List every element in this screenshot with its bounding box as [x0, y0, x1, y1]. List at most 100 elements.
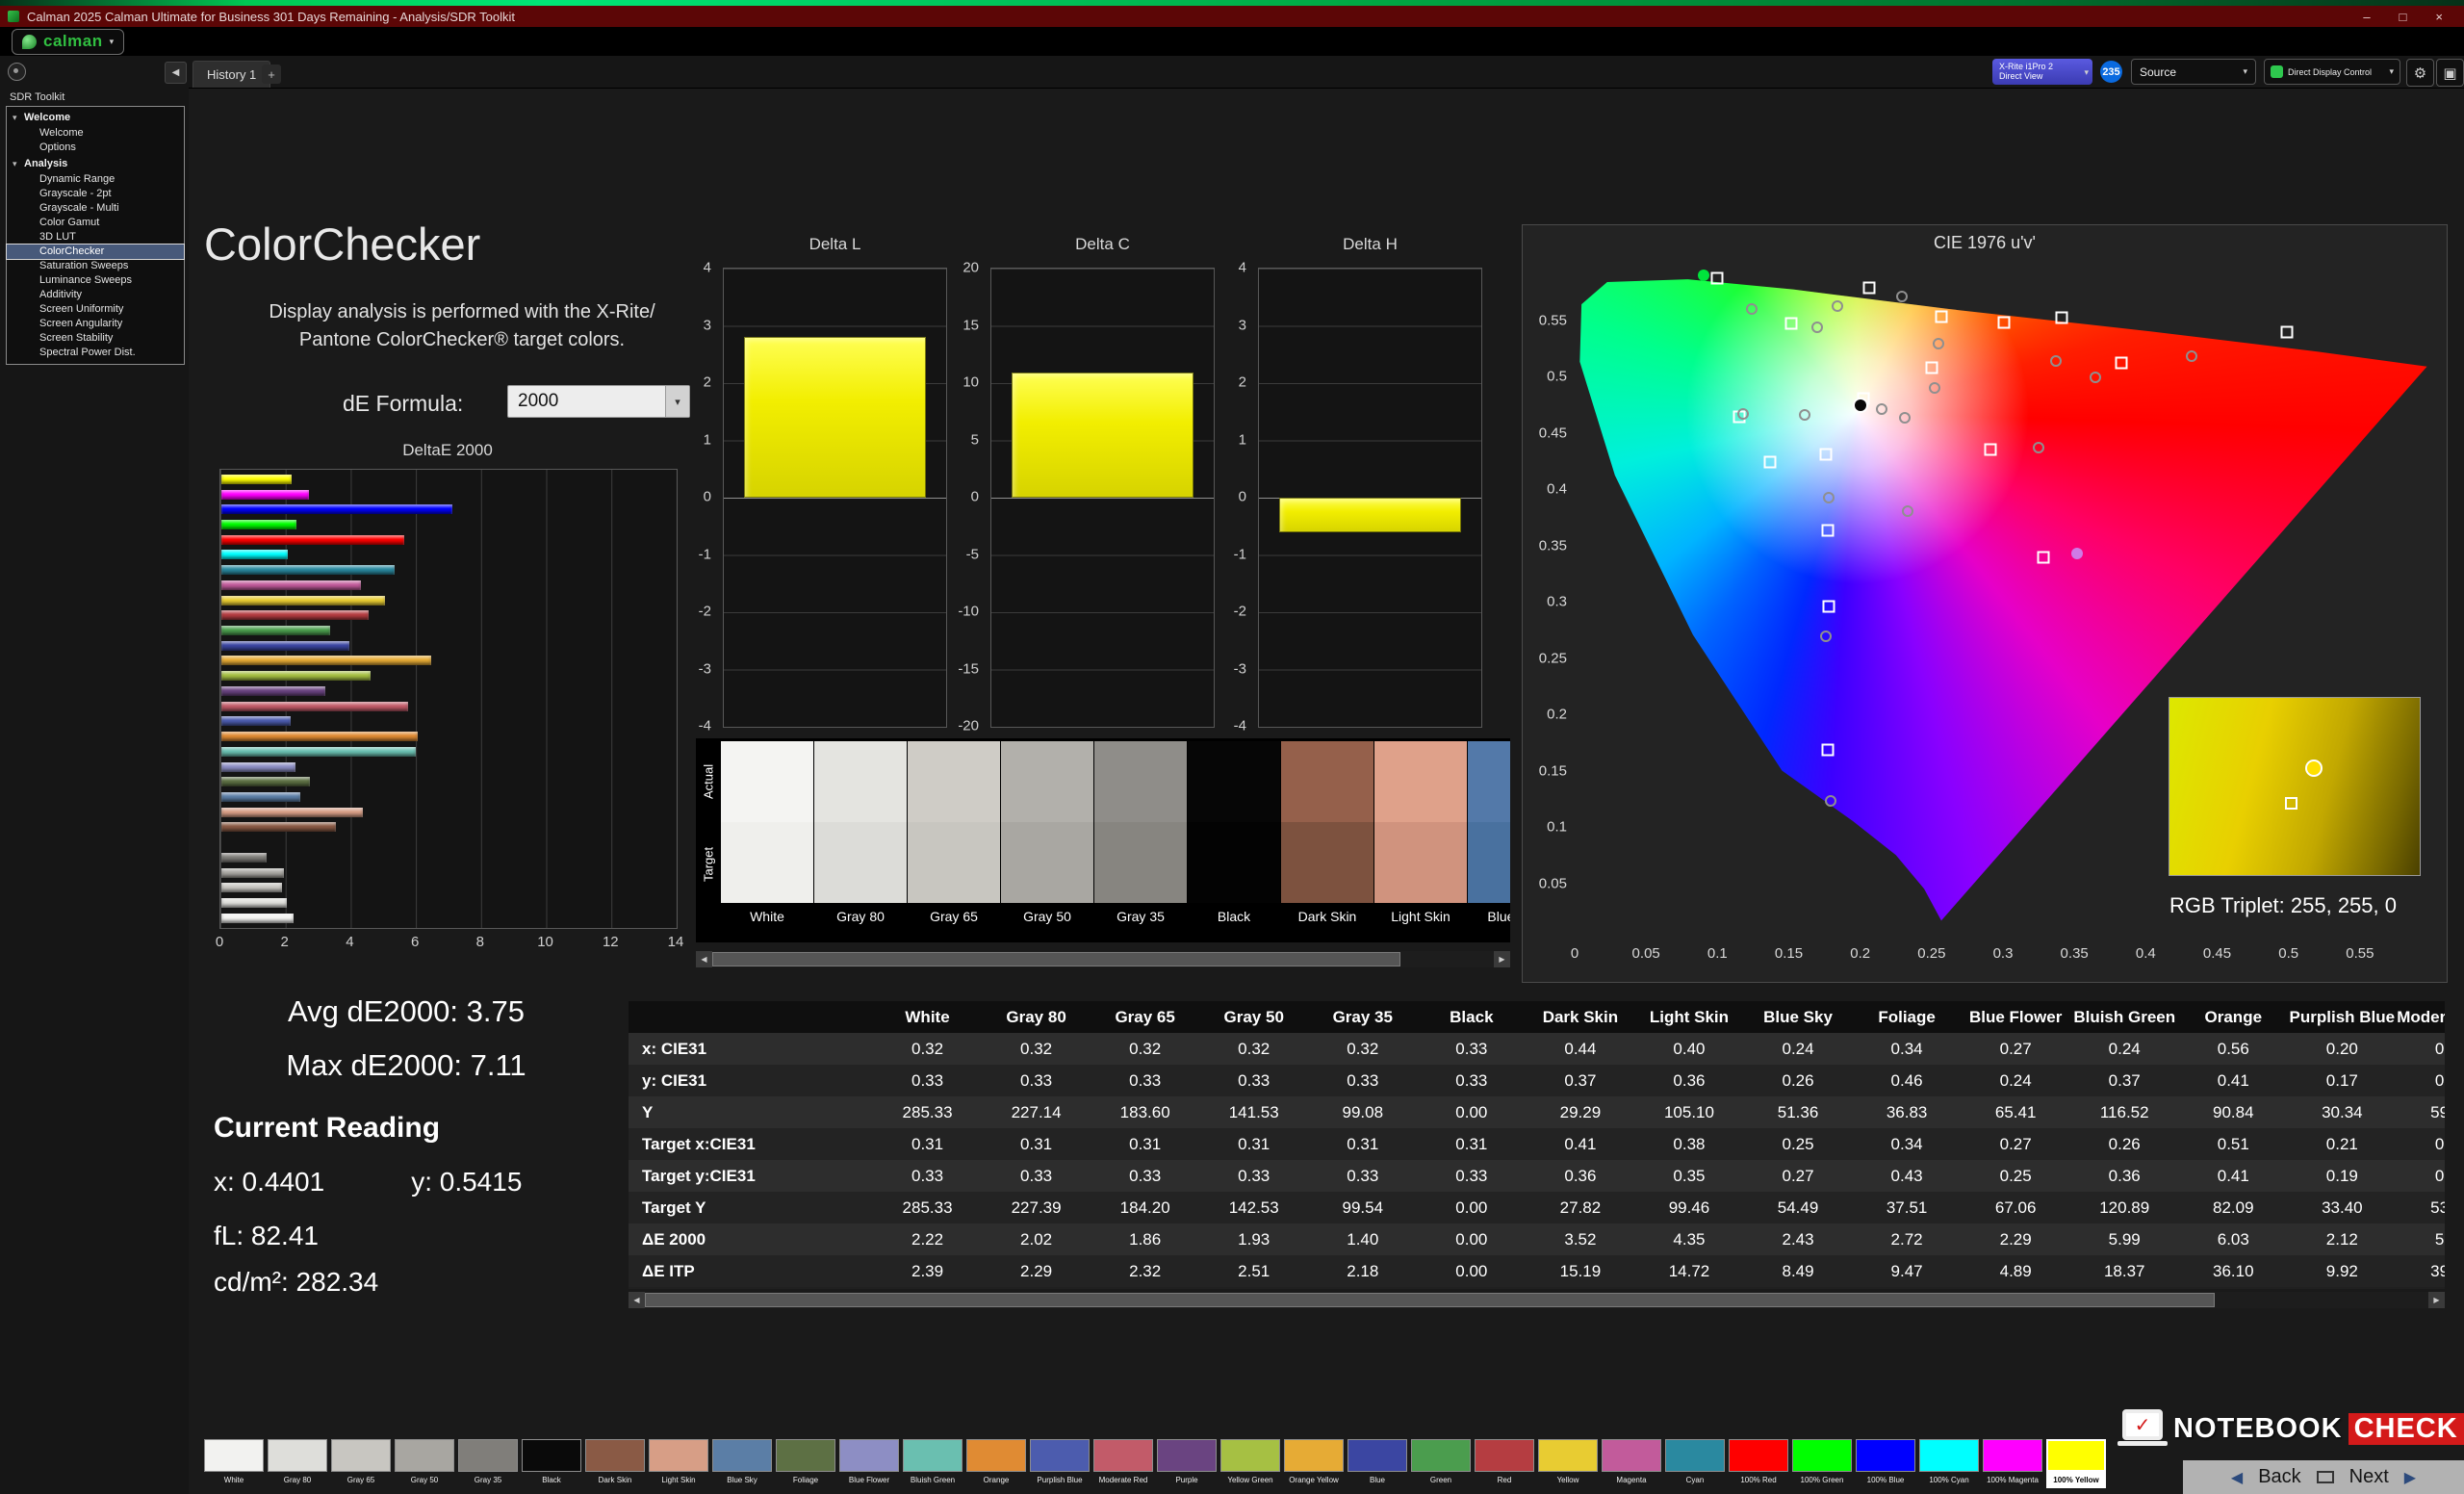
patch-orange-yellow[interactable]: Orange Yellow — [1284, 1439, 1344, 1488]
check-icon: ✓ — [2122, 1409, 2163, 1440]
deltae-bars — [221, 472, 677, 926]
table-cell: 2.18 — [1308, 1255, 1417, 1287]
swatch-actual-color — [814, 741, 907, 822]
back-button[interactable]: Back — [2258, 1466, 2300, 1488]
next-button[interactable]: Next — [2349, 1466, 2389, 1488]
add-tab-button[interactable]: + — [262, 64, 281, 84]
sidebar-pin-button[interactable] — [8, 63, 26, 81]
de-formula-select[interactable]: 2000 ▾ — [507, 385, 690, 418]
patch-blue-sky[interactable]: Blue Sky — [712, 1439, 772, 1488]
swatch-black[interactable]: Black — [1188, 738, 1280, 942]
watermark-notebook: NOTEBOOK — [2173, 1413, 2343, 1445]
patch-label: Purplish Blue — [1030, 1472, 1090, 1488]
patch-foliage[interactable]: Foliage — [776, 1439, 835, 1488]
sidebar-item-colorchecker[interactable]: ColorChecker — [7, 245, 184, 259]
close-button[interactable]: × — [2435, 10, 2443, 24]
patch-purplish-blue[interactable]: Purplish Blue — [1030, 1439, 1090, 1488]
sidebar-item-welcome[interactable]: Welcome — [7, 126, 184, 141]
sidebar-collapse-button[interactable]: ◀ — [165, 62, 187, 84]
sidebar-item-color-gamut[interactable]: Color Gamut — [7, 216, 184, 230]
workspace-panel-button[interactable]: ▣ — [2436, 59, 2464, 87]
maximize-button[interactable]: □ — [2400, 10, 2407, 24]
target-row-label: Target — [696, 824, 721, 905]
sidebar-item-options[interactable]: Options — [7, 141, 184, 155]
patch-black[interactable]: Black — [522, 1439, 581, 1488]
bottom-patch-bar: WhiteGray 80Gray 65Gray 50Gray 35BlackDa… — [204, 1439, 2106, 1488]
source-select-button[interactable]: Source ▾ — [2131, 59, 2256, 85]
sidebar-item-dynamic-range[interactable]: Dynamic Range — [7, 172, 184, 187]
sidebar-item-screen-stability[interactable]: Screen Stability — [7, 331, 184, 346]
meter-select-button[interactable]: X-Rite i1Pro 2 Direct View ▾ — [1992, 59, 2092, 85]
patch-100-cyan[interactable]: 100% Cyan — [1919, 1439, 1979, 1488]
sidebar-item-spectral-power-dist[interactable]: Spectral Power Dist. — [7, 346, 184, 360]
table-row-y-cie31: y: CIE310.330.330.330.330.330.330.370.36… — [629, 1065, 2445, 1096]
patch-red[interactable]: Red — [1475, 1439, 1534, 1488]
patch-100-magenta[interactable]: 100% Magenta — [1983, 1439, 2042, 1488]
patch-gray-65[interactable]: Gray 65 — [331, 1439, 391, 1488]
calman-menu-button[interactable]: calman ▾ — [12, 29, 124, 55]
patch-yellow-green[interactable]: Yellow Green — [1220, 1439, 1280, 1488]
patch-gray-50[interactable]: Gray 50 — [395, 1439, 454, 1488]
patch-moderate-red[interactable]: Moderate Red — [1093, 1439, 1153, 1488]
patch-blue-flower[interactable]: Blue Flower — [839, 1439, 899, 1488]
scrollbar-thumb[interactable] — [712, 952, 1400, 966]
display-control-button[interactable]: Direct Display Control ▾ — [2264, 59, 2400, 85]
sidebar-item-saturation-sweeps[interactable]: Saturation Sweeps — [7, 259, 184, 273]
scroll-left-button[interactable]: ◀ — [629, 1292, 645, 1308]
patch-100-red[interactable]: 100% Red — [1729, 1439, 1788, 1488]
sidebar-item-additivity[interactable]: Additivity — [7, 288, 184, 302]
patch-orange[interactable]: Orange — [966, 1439, 1026, 1488]
scroll-left-button[interactable]: ◀ — [696, 951, 712, 967]
patch-green[interactable]: Green — [1411, 1439, 1471, 1488]
delta-h-ytick: -1 — [1234, 546, 1246, 562]
layout-window-icon[interactable] — [2317, 1471, 2334, 1483]
patch-label: Foliage — [776, 1472, 835, 1488]
patch-100-blue[interactable]: 100% Blue — [1856, 1439, 1915, 1488]
swatch-white[interactable]: White — [721, 738, 813, 942]
patch-cyan[interactable]: Cyan — [1665, 1439, 1725, 1488]
swatch-name: Gray 35 — [1094, 903, 1187, 930]
scroll-right-button[interactable]: ▶ — [2428, 1292, 2445, 1308]
patch-purple[interactable]: Purple — [1157, 1439, 1217, 1488]
swatch-light-skin[interactable]: Light Skin — [1374, 738, 1467, 942]
swatch-blue-sky[interactable]: Blue Sky — [1468, 738, 1510, 942]
swatch-gray-80[interactable]: Gray 80 — [814, 738, 907, 942]
patch-light-skin[interactable]: Light Skin — [649, 1439, 708, 1488]
table-cell: 30.34 — [2288, 1096, 2397, 1128]
swatch-gray-35[interactable]: Gray 35 — [1094, 738, 1187, 942]
sidebar-item-grayscale-multi[interactable]: Grayscale - Multi — [7, 201, 184, 216]
table-cell: 0.00 — [1417, 1096, 1526, 1128]
sidebar-item-screen-angularity[interactable]: Screen Angularity — [7, 317, 184, 331]
swatch-gray-65[interactable]: Gray 65 — [908, 738, 1000, 942]
patch-blue[interactable]: Blue — [1348, 1439, 1407, 1488]
patch-color — [268, 1439, 327, 1472]
patch-dark-skin[interactable]: Dark Skin — [585, 1439, 645, 1488]
tab-history-1[interactable]: History 1 — [192, 61, 270, 88]
swatch-gray-50[interactable]: Gray 50 — [1001, 738, 1093, 942]
swatch-dark-skin[interactable]: Dark Skin — [1281, 738, 1373, 942]
patch-yellow[interactable]: Yellow — [1538, 1439, 1598, 1488]
patch-gray-35[interactable]: Gray 35 — [458, 1439, 518, 1488]
sidebar-item-luminance-sweeps[interactable]: Luminance Sweeps — [7, 273, 184, 288]
delta-c-ytick: 0 — [971, 489, 979, 505]
patch-white[interactable]: White — [204, 1439, 264, 1488]
sidebar-section-analysis[interactable]: Analysis — [7, 155, 184, 172]
sidebar-item-3d-lut[interactable]: 3D LUT — [7, 230, 184, 245]
deltae-bar-magenta — [221, 580, 361, 590]
patch-100-yellow[interactable]: 100% Yellow — [2046, 1439, 2106, 1488]
scrollbar-thumb[interactable] — [645, 1293, 2215, 1307]
sidebar-item-screen-uniformity[interactable]: Screen Uniformity — [7, 302, 184, 317]
cie-measured-point — [1811, 322, 1823, 333]
patch-gray-80[interactable]: Gray 80 — [268, 1439, 327, 1488]
scroll-right-button[interactable]: ▶ — [1494, 951, 1510, 967]
table-head-row: WhiteGray 80Gray 65Gray 50Gray 35BlackDa… — [629, 1001, 2445, 1033]
minimize-button[interactable]: – — [2363, 10, 2370, 24]
patch-bluish-green[interactable]: Bluish Green — [903, 1439, 962, 1488]
sidebar-section-welcome[interactable]: Welcome — [7, 109, 184, 126]
delta-h-ytick: 3 — [1239, 317, 1246, 333]
patch-100-green[interactable]: 100% Green — [1792, 1439, 1852, 1488]
settings-gear-button[interactable]: ⚙ — [2406, 59, 2434, 87]
patch-magenta[interactable]: Magenta — [1602, 1439, 1661, 1488]
sidebar-item-grayscale-2pt[interactable]: Grayscale - 2pt — [7, 187, 184, 201]
cie-measured-point — [2033, 442, 2044, 453]
